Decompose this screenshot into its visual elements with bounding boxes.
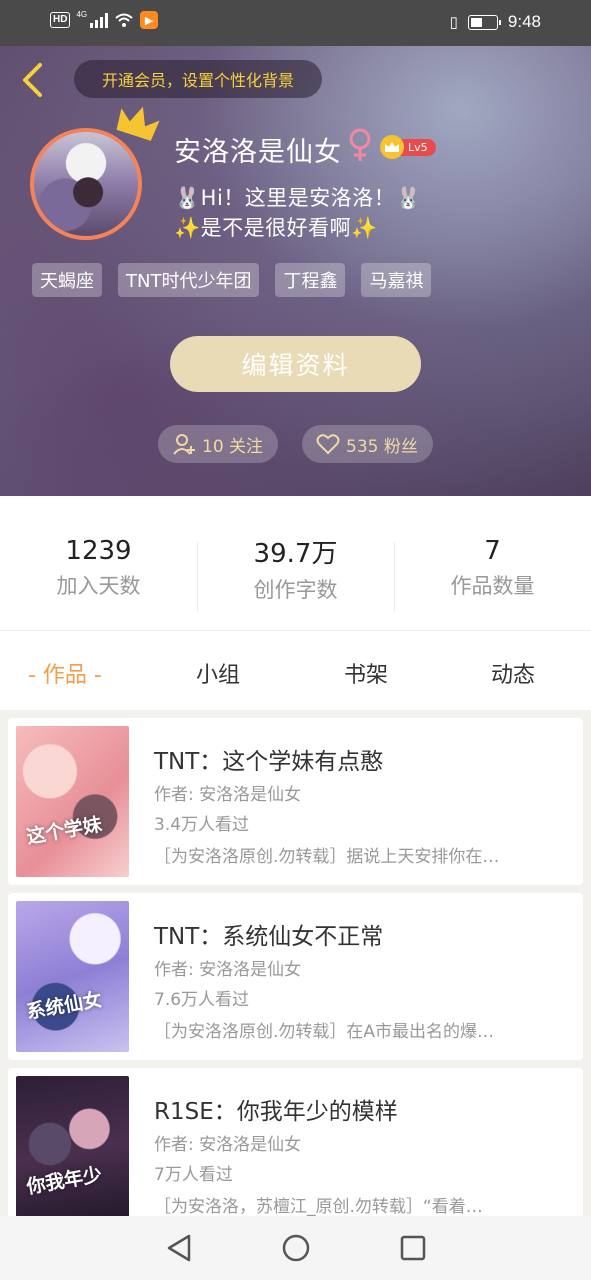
edit-profile-button[interactable]: 编辑资料	[170, 336, 421, 392]
tab-bookshelf[interactable]: 书架	[344, 657, 388, 689]
avatar[interactable]	[30, 128, 142, 240]
circle-home-icon	[282, 1234, 309, 1262]
book-card[interactable]: 这个学妹 TNT：这个学妹有点憨 作者: 安洛洛是仙女 3.4万人看过 ［为安洛…	[8, 718, 583, 885]
female-icon	[349, 128, 371, 161]
nav-home-button[interactable]	[276, 1228, 316, 1268]
tab-works[interactable]: - 作品 -	[28, 657, 102, 689]
book-description: ［为安洛洛原创.勿转载］据说上天安排你在…	[154, 847, 500, 867]
level-badge: Lv5	[380, 135, 436, 159]
book-views: 7万人看过	[154, 1165, 233, 1185]
add-user-icon	[173, 434, 195, 455]
book-card[interactable]: 系统仙女 TNT：系统仙女不正常 作者: 安洛洛是仙女 7.6万人看过 ［为安洛…	[8, 893, 583, 1060]
cover-title: 这个学妹	[24, 813, 104, 849]
profile-tabs: - 作品 - 小组 书架 动态	[0, 630, 591, 710]
chevron-left-icon	[23, 63, 42, 97]
book-author: 作者: 安洛洛是仙女	[154, 1135, 302, 1155]
vibrate-icon: ▯	[449, 14, 458, 31]
tag-item[interactable]: 马嘉祺	[361, 263, 432, 297]
fans-button[interactable]: 535 粉丝	[302, 425, 433, 463]
nav-back-button[interactable]	[159, 1228, 199, 1268]
tag-item[interactable]: 丁程鑫	[275, 263, 346, 297]
stat-value: 7	[484, 536, 501, 566]
stat-label: 作品数量	[450, 574, 535, 598]
book-cover[interactable]: 你我年少	[16, 1076, 129, 1216]
wifi-icon	[115, 13, 133, 27]
play-icon: ▶	[140, 11, 159, 29]
status-left: HD 4G ▶	[50, 9, 159, 29]
bio-line-1: 🐰Hi！这里是安洛洛！🐰	[174, 186, 422, 210]
book-author: 作者: 安洛洛是仙女	[154, 785, 302, 805]
status-bar: HD 4G ▶ ▯ 9:48	[0, 0, 591, 46]
stat-join-days: 1239 加入天数	[0, 496, 197, 630]
book-views: 3.4万人看过	[154, 815, 250, 835]
book-author: 作者: 安洛洛是仙女	[154, 960, 302, 980]
book-description: ［为安洛洛原创.勿转载］在A市最出名的爆…	[154, 1022, 495, 1042]
cover-title: 你我年少	[24, 1163, 104, 1199]
book-views: 7.6万人看过	[154, 990, 250, 1010]
following-count: 10 关注	[202, 436, 264, 457]
triangle-back-icon	[167, 1234, 190, 1262]
book-title[interactable]: R1SE：你我年少的模样	[154, 1092, 398, 1126]
status-right: ▯ 9:48	[450, 12, 541, 32]
crown-badge-icon	[380, 135, 404, 159]
avatar-container[interactable]	[30, 106, 160, 240]
back-button[interactable]	[14, 58, 50, 102]
stat-value: 1239	[65, 536, 132, 566]
cover-title: 系统仙女	[24, 988, 104, 1024]
system-nav-bar	[0, 1216, 591, 1280]
works-list: 这个学妹 TNT：这个学妹有点憨 作者: 安洛洛是仙女 3.4万人看过 ［为安洛…	[0, 710, 591, 1216]
stats-bar: 1239 加入天数 39.7万 创作字数 7 作品数量	[0, 496, 591, 630]
profile-header: HD 4G ▶ ▯ 9:48 开通会员，设置个性化背景 安洛洛是仙女 Lv5 🐰…	[0, 0, 591, 496]
stat-label: 加入天数	[56, 574, 141, 598]
book-cover[interactable]: 这个学妹	[16, 726, 129, 877]
book-card[interactable]: 你我年少 R1SE：你我年少的模样 作者: 安洛洛是仙女 7万人看过 ［为安洛洛…	[8, 1068, 583, 1216]
stat-value: 39.7万	[253, 538, 338, 569]
tag-item[interactable]: TNT时代少年团	[118, 263, 260, 297]
book-cover[interactable]: 系统仙女	[16, 901, 129, 1052]
username: 安洛洛是仙女	[174, 137, 342, 168]
square-recents-icon	[400, 1235, 425, 1261]
book-title[interactable]: TNT：这个学妹有点憨	[154, 742, 383, 776]
battery-icon	[467, 14, 501, 30]
heart-icon	[316, 434, 340, 455]
book-title[interactable]: TNT：系统仙女不正常	[154, 917, 383, 951]
hd-badge: HD	[50, 12, 71, 28]
stat-works-count: 7 作品数量	[394, 496, 591, 630]
tag-item[interactable]: 天蝎座	[32, 263, 102, 297]
stat-word-count: 39.7万 创作字数	[197, 496, 394, 630]
book-description: ［为安洛洛，苏檀江_原创.勿转载］“看着…	[154, 1197, 483, 1216]
bio-line-2: ✨是不是很好看啊✨	[174, 216, 378, 240]
interest-tags: 天蝎座 TNT时代少年团 丁程鑫 马嘉祺	[32, 263, 432, 297]
following-button[interactable]: 10 关注	[158, 425, 278, 463]
clock: 9:48	[507, 12, 541, 31]
stat-label: 创作字数	[253, 577, 338, 602]
tab-activity[interactable]: 动态	[491, 657, 535, 689]
vip-background-prompt[interactable]: 开通会员，设置个性化背景	[74, 60, 322, 98]
tab-groups[interactable]: 小组	[196, 657, 240, 689]
crown-icon	[116, 106, 160, 141]
network-label: 4G	[76, 9, 88, 19]
fans-count: 535 粉丝	[346, 436, 418, 457]
nav-recents-button[interactable]	[393, 1228, 433, 1268]
vip-prompt-text: 开通会员，设置个性化背景	[101, 71, 294, 90]
signal-icon	[90, 12, 109, 28]
